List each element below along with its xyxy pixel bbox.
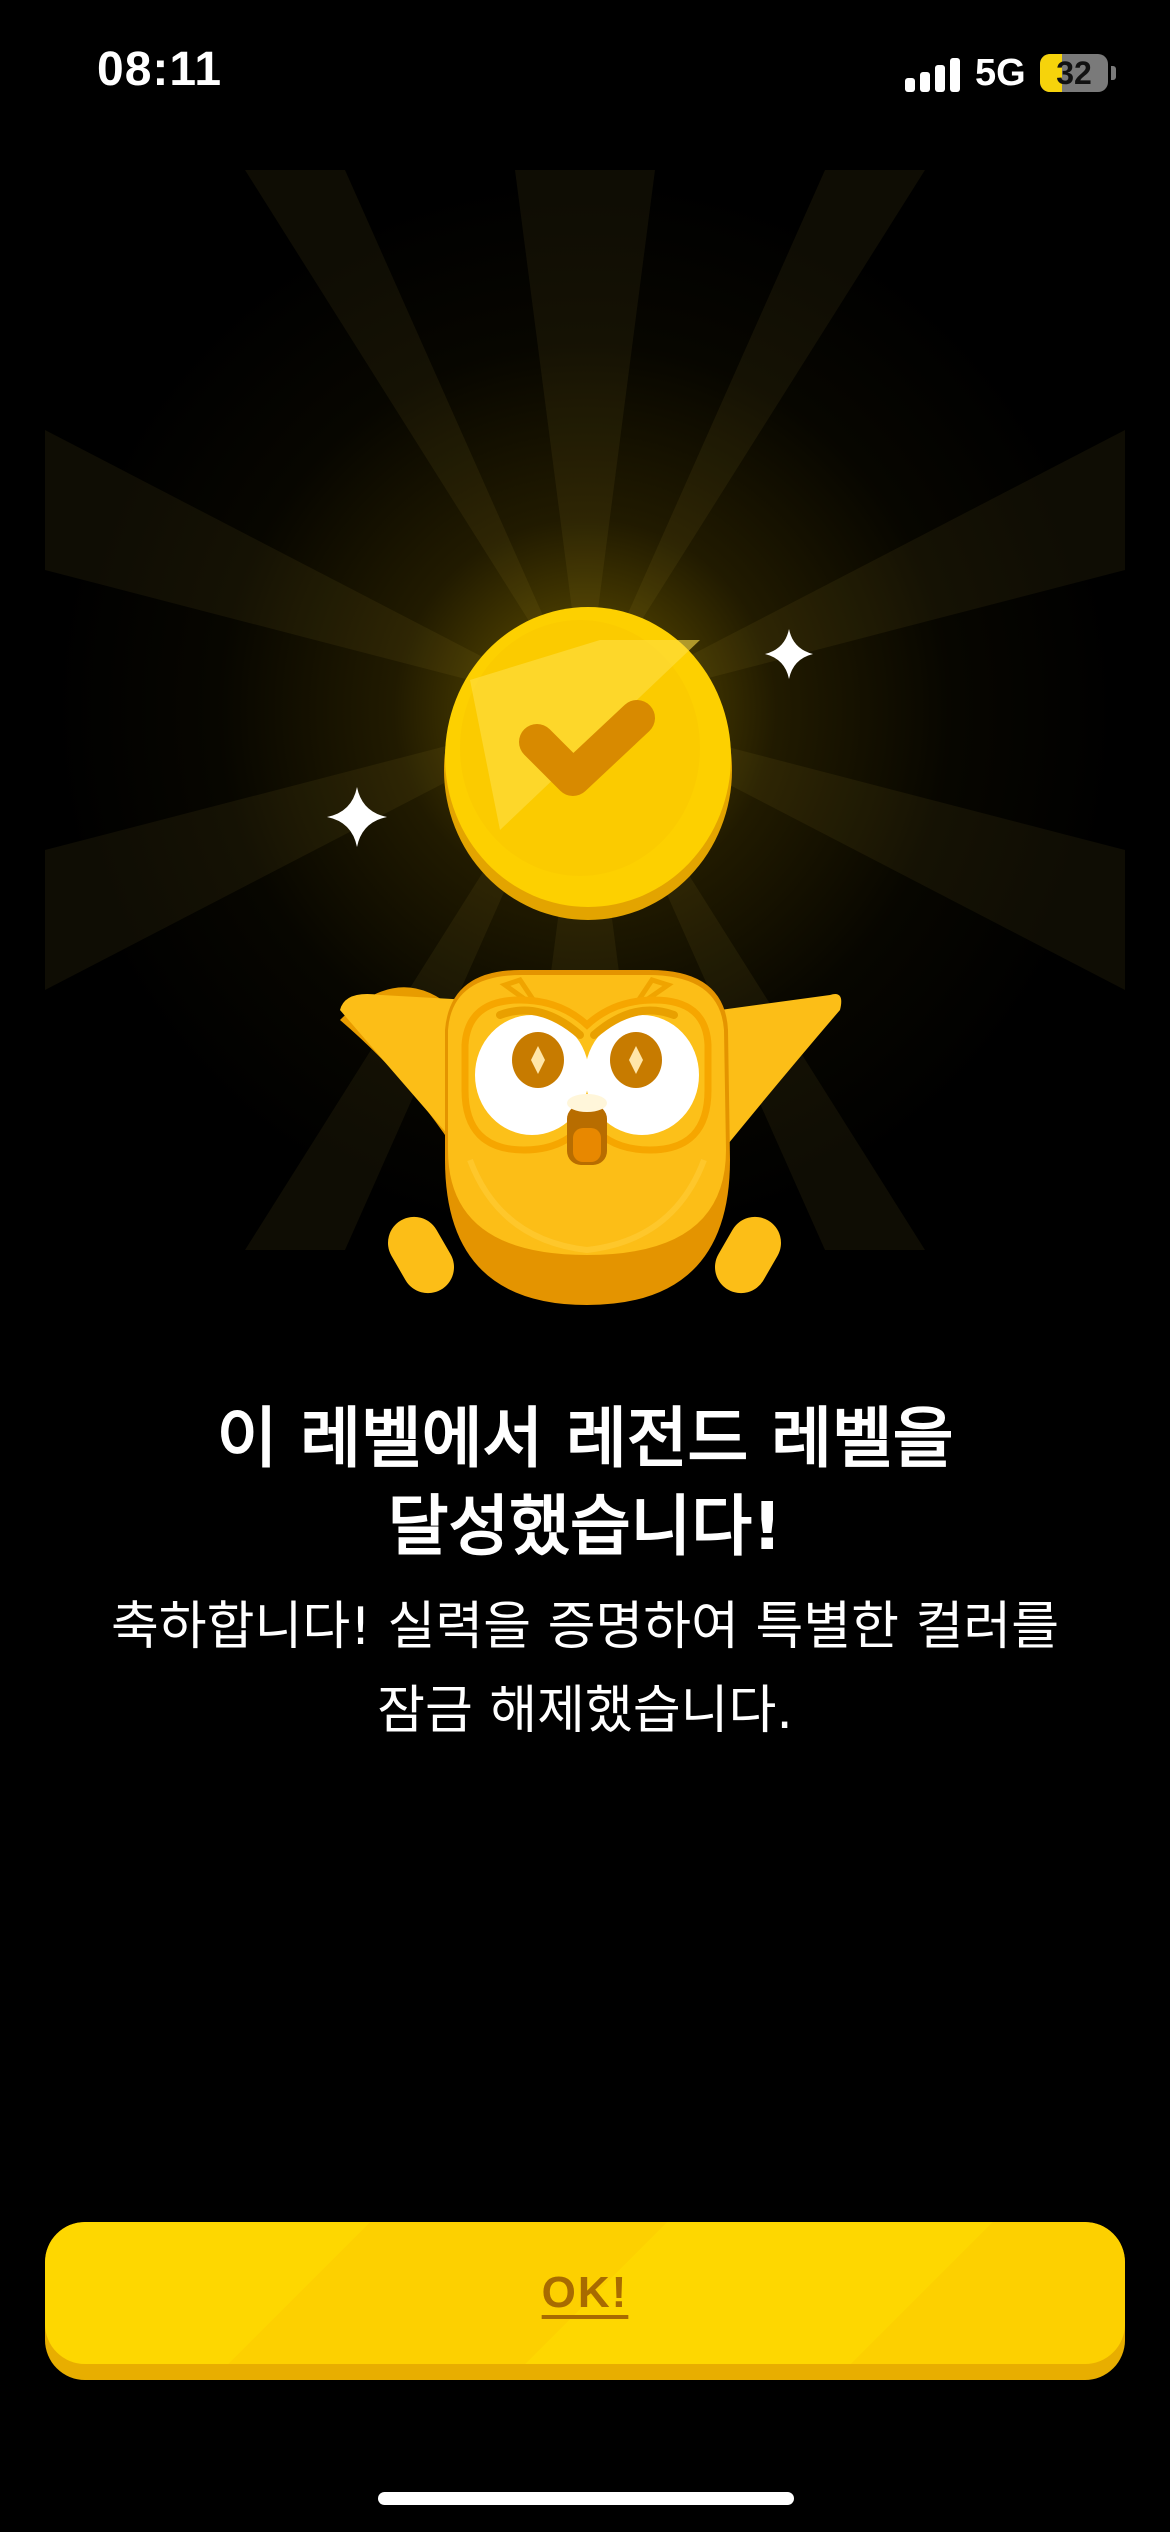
description: 축하합니다! 실력을 증명하여 특별한 컬러를 잠금 해제했습니다.	[60, 1585, 1110, 1753]
celebration-illustration	[327, 607, 842, 1305]
description-line: 잠금 해제했습니다.	[377, 1681, 793, 1741]
description-line: 축하합니다! 실력을 증명하여 특별한 컬러를	[110, 1597, 1060, 1657]
home-indicator[interactable]	[378, 2492, 794, 2505]
headline-line: 달성했습니다!	[387, 1488, 783, 1565]
headline: 이 레벨에서 레전드 레벨을 달성했습니다!	[60, 1395, 1110, 1571]
owl-mascot-icon	[340, 970, 842, 1305]
sparkle-icon	[765, 629, 813, 679]
ok-button-label: OK!	[541, 2268, 629, 2317]
ok-button[interactable]: OK!	[45, 2222, 1125, 2380]
checkmark-coin-icon	[444, 607, 732, 920]
sparkle-icon	[327, 787, 387, 847]
headline-line: 이 레벨에서 레전드 레벨을	[216, 1400, 954, 1477]
